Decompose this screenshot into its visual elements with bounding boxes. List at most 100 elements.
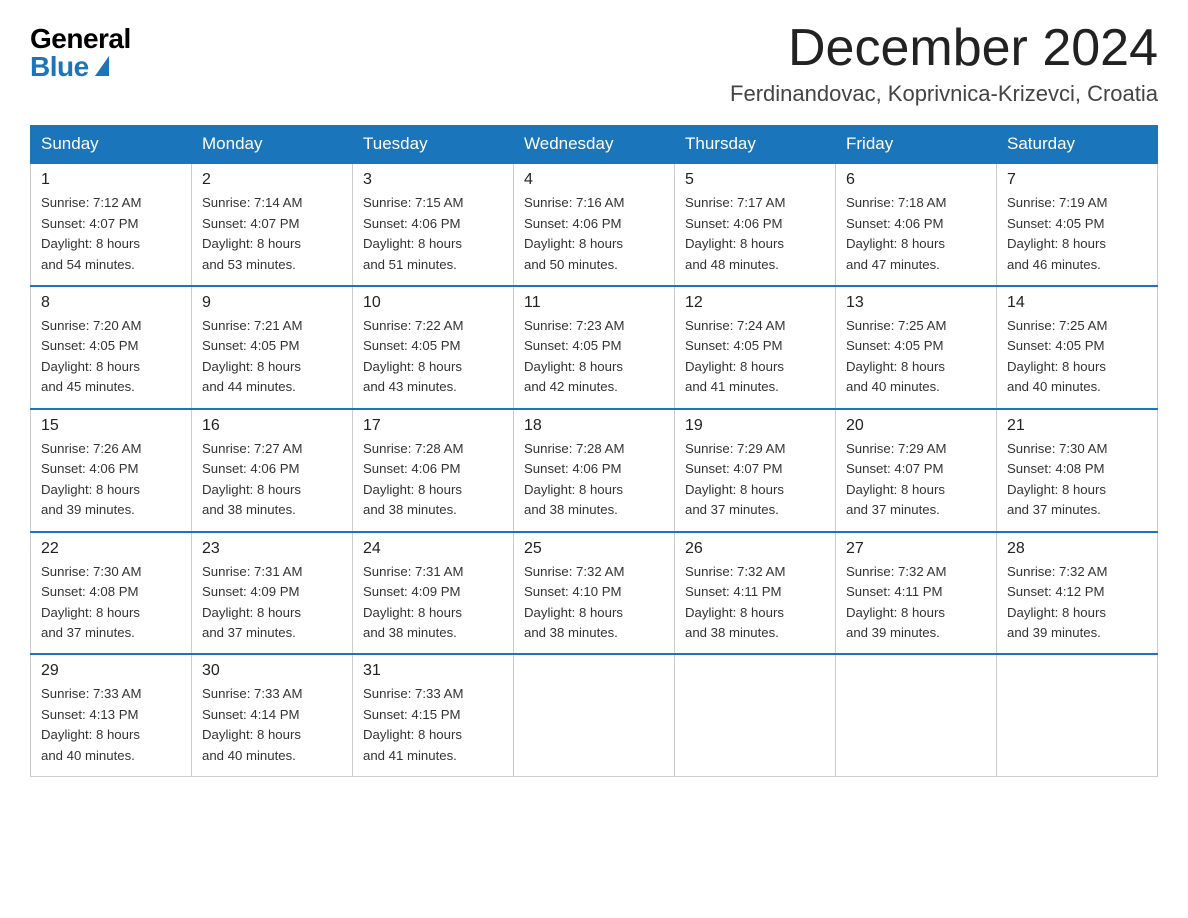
day-number: 10 (363, 294, 503, 312)
day-info: Sunrise: 7:12 AM Sunset: 4:07 PM Dayligh… (41, 193, 181, 275)
col-monday: Monday (192, 126, 353, 164)
col-friday: Friday (836, 126, 997, 164)
table-row: 21 Sunrise: 7:30 AM Sunset: 4:08 PM Dayl… (997, 409, 1158, 532)
calendar-week-row: 1 Sunrise: 7:12 AM Sunset: 4:07 PM Dayli… (31, 163, 1158, 286)
table-row: 5 Sunrise: 7:17 AM Sunset: 4:06 PM Dayli… (675, 163, 836, 286)
table-row: 13 Sunrise: 7:25 AM Sunset: 4:05 PM Dayl… (836, 286, 997, 409)
day-info: Sunrise: 7:18 AM Sunset: 4:06 PM Dayligh… (846, 193, 986, 275)
day-number: 22 (41, 540, 181, 558)
day-info: Sunrise: 7:32 AM Sunset: 4:11 PM Dayligh… (846, 562, 986, 644)
day-info: Sunrise: 7:17 AM Sunset: 4:06 PM Dayligh… (685, 193, 825, 275)
table-row: 25 Sunrise: 7:32 AM Sunset: 4:10 PM Dayl… (514, 532, 675, 655)
table-row: 26 Sunrise: 7:32 AM Sunset: 4:11 PM Dayl… (675, 532, 836, 655)
table-row (514, 654, 675, 776)
day-info: Sunrise: 7:28 AM Sunset: 4:06 PM Dayligh… (363, 439, 503, 521)
day-info: Sunrise: 7:20 AM Sunset: 4:05 PM Dayligh… (41, 316, 181, 398)
month-title: December 2024 (730, 20, 1158, 77)
day-info: Sunrise: 7:32 AM Sunset: 4:12 PM Dayligh… (1007, 562, 1147, 644)
table-row: 14 Sunrise: 7:25 AM Sunset: 4:05 PM Dayl… (997, 286, 1158, 409)
table-row: 6 Sunrise: 7:18 AM Sunset: 4:06 PM Dayli… (836, 163, 997, 286)
day-number: 31 (363, 662, 503, 680)
day-info: Sunrise: 7:28 AM Sunset: 4:06 PM Dayligh… (524, 439, 664, 521)
table-row: 3 Sunrise: 7:15 AM Sunset: 4:06 PM Dayli… (353, 163, 514, 286)
table-row: 11 Sunrise: 7:23 AM Sunset: 4:05 PM Dayl… (514, 286, 675, 409)
day-info: Sunrise: 7:16 AM Sunset: 4:06 PM Dayligh… (524, 193, 664, 275)
day-info: Sunrise: 7:25 AM Sunset: 4:05 PM Dayligh… (1007, 316, 1147, 398)
day-info: Sunrise: 7:33 AM Sunset: 4:15 PM Dayligh… (363, 684, 503, 766)
day-number: 14 (1007, 294, 1147, 312)
day-number: 26 (685, 540, 825, 558)
table-row: 23 Sunrise: 7:31 AM Sunset: 4:09 PM Dayl… (192, 532, 353, 655)
table-row: 18 Sunrise: 7:28 AM Sunset: 4:06 PM Dayl… (514, 409, 675, 532)
col-tuesday: Tuesday (353, 126, 514, 164)
day-number: 18 (524, 417, 664, 435)
table-row: 31 Sunrise: 7:33 AM Sunset: 4:15 PM Dayl… (353, 654, 514, 776)
table-row: 7 Sunrise: 7:19 AM Sunset: 4:05 PM Dayli… (997, 163, 1158, 286)
table-row: 27 Sunrise: 7:32 AM Sunset: 4:11 PM Dayl… (836, 532, 997, 655)
day-number: 21 (1007, 417, 1147, 435)
day-info: Sunrise: 7:14 AM Sunset: 4:07 PM Dayligh… (202, 193, 342, 275)
day-number: 17 (363, 417, 503, 435)
day-info: Sunrise: 7:33 AM Sunset: 4:14 PM Dayligh… (202, 684, 342, 766)
table-row: 19 Sunrise: 7:29 AM Sunset: 4:07 PM Dayl… (675, 409, 836, 532)
calendar-table: Sunday Monday Tuesday Wednesday Thursday… (30, 125, 1158, 777)
table-row: 9 Sunrise: 7:21 AM Sunset: 4:05 PM Dayli… (192, 286, 353, 409)
table-row: 4 Sunrise: 7:16 AM Sunset: 4:06 PM Dayli… (514, 163, 675, 286)
day-number: 25 (524, 540, 664, 558)
table-row: 17 Sunrise: 7:28 AM Sunset: 4:06 PM Dayl… (353, 409, 514, 532)
day-number: 7 (1007, 171, 1147, 189)
logo-blue-text: Blue (30, 53, 109, 81)
day-info: Sunrise: 7:21 AM Sunset: 4:05 PM Dayligh… (202, 316, 342, 398)
table-row: 1 Sunrise: 7:12 AM Sunset: 4:07 PM Dayli… (31, 163, 192, 286)
day-info: Sunrise: 7:33 AM Sunset: 4:13 PM Dayligh… (41, 684, 181, 766)
table-row: 10 Sunrise: 7:22 AM Sunset: 4:05 PM Dayl… (353, 286, 514, 409)
day-number: 27 (846, 540, 986, 558)
day-number: 20 (846, 417, 986, 435)
header: General Blue December 2024 Ferdinandovac… (30, 20, 1158, 107)
day-number: 30 (202, 662, 342, 680)
col-thursday: Thursday (675, 126, 836, 164)
day-number: 16 (202, 417, 342, 435)
table-row: 24 Sunrise: 7:31 AM Sunset: 4:09 PM Dayl… (353, 532, 514, 655)
day-info: Sunrise: 7:23 AM Sunset: 4:05 PM Dayligh… (524, 316, 664, 398)
table-row (836, 654, 997, 776)
table-row: 28 Sunrise: 7:32 AM Sunset: 4:12 PM Dayl… (997, 532, 1158, 655)
day-info: Sunrise: 7:32 AM Sunset: 4:10 PM Dayligh… (524, 562, 664, 644)
day-number: 2 (202, 171, 342, 189)
day-info: Sunrise: 7:26 AM Sunset: 4:06 PM Dayligh… (41, 439, 181, 521)
table-row: 30 Sunrise: 7:33 AM Sunset: 4:14 PM Dayl… (192, 654, 353, 776)
day-number: 29 (41, 662, 181, 680)
day-number: 15 (41, 417, 181, 435)
day-info: Sunrise: 7:29 AM Sunset: 4:07 PM Dayligh… (846, 439, 986, 521)
logo-general-text: General (30, 25, 131, 53)
day-number: 13 (846, 294, 986, 312)
day-number: 24 (363, 540, 503, 558)
day-number: 19 (685, 417, 825, 435)
day-number: 28 (1007, 540, 1147, 558)
table-row (997, 654, 1158, 776)
table-row: 2 Sunrise: 7:14 AM Sunset: 4:07 PM Dayli… (192, 163, 353, 286)
day-number: 4 (524, 171, 664, 189)
col-saturday: Saturday (997, 126, 1158, 164)
day-info: Sunrise: 7:31 AM Sunset: 4:09 PM Dayligh… (202, 562, 342, 644)
day-number: 9 (202, 294, 342, 312)
location-title: Ferdinandovac, Koprivnica-Krizevci, Croa… (730, 81, 1158, 107)
day-info: Sunrise: 7:32 AM Sunset: 4:11 PM Dayligh… (685, 562, 825, 644)
table-row: 20 Sunrise: 7:29 AM Sunset: 4:07 PM Dayl… (836, 409, 997, 532)
day-number: 11 (524, 294, 664, 312)
day-number: 12 (685, 294, 825, 312)
table-row: 12 Sunrise: 7:24 AM Sunset: 4:05 PM Dayl… (675, 286, 836, 409)
col-sunday: Sunday (31, 126, 192, 164)
table-row: 22 Sunrise: 7:30 AM Sunset: 4:08 PM Dayl… (31, 532, 192, 655)
calendar-week-row: 29 Sunrise: 7:33 AM Sunset: 4:13 PM Dayl… (31, 654, 1158, 776)
calendar-week-row: 15 Sunrise: 7:26 AM Sunset: 4:06 PM Dayl… (31, 409, 1158, 532)
day-info: Sunrise: 7:15 AM Sunset: 4:06 PM Dayligh… (363, 193, 503, 275)
day-number: 5 (685, 171, 825, 189)
calendar-week-row: 22 Sunrise: 7:30 AM Sunset: 4:08 PM Dayl… (31, 532, 1158, 655)
title-area: December 2024 Ferdinandovac, Koprivnica-… (730, 20, 1158, 107)
table-row (675, 654, 836, 776)
calendar-header-row: Sunday Monday Tuesday Wednesday Thursday… (31, 126, 1158, 164)
day-info: Sunrise: 7:29 AM Sunset: 4:07 PM Dayligh… (685, 439, 825, 521)
day-info: Sunrise: 7:30 AM Sunset: 4:08 PM Dayligh… (1007, 439, 1147, 521)
logo-triangle-icon (95, 56, 109, 76)
